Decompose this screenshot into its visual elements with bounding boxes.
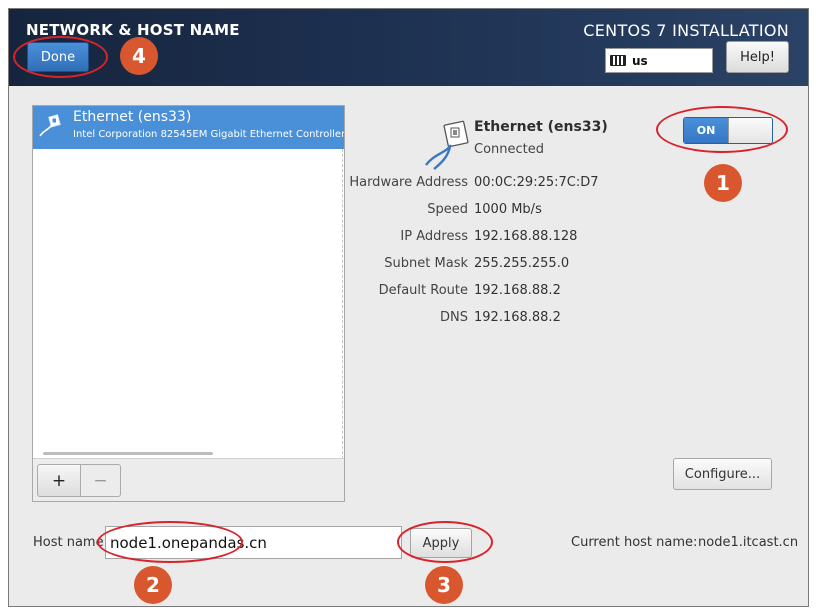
list-item-ethernet[interactable]: Ethernet (ens33) Intel Corporation 82545…	[33, 106, 344, 149]
detail-value-dns: 192.168.88.2	[474, 310, 561, 325]
detail-value-subnet-mask: 255.255.255.0	[474, 256, 570, 271]
remove-device-button[interactable]: −	[80, 464, 121, 497]
help-button[interactable]: Help!	[726, 41, 789, 73]
annotation-circle-hostname	[97, 521, 243, 563]
keyboard-layout-indicator[interactable]: us	[605, 48, 713, 73]
list-item-description: Intel Corporation 82545EM Gigabit Ethern…	[73, 129, 344, 140]
detail-label-ip-address: IP Address	[400, 229, 468, 244]
annotation-badge-2: 2	[134, 566, 172, 604]
detail-label-hardware-address: Hardware Address	[349, 175, 468, 190]
detail-value-hardware-address: 00:0C:29:25:7C:D7	[474, 175, 599, 190]
add-device-button[interactable]: +	[37, 464, 81, 497]
detail-value-default-route: 192.168.88.2	[474, 283, 561, 298]
detail-label-speed: Speed	[427, 202, 468, 217]
list-item-title: Ethernet (ens33)	[73, 109, 192, 125]
device-name: Ethernet (ens33)	[474, 119, 608, 135]
annotation-badge-3: 3	[425, 566, 463, 604]
installer-window: NETWORK & HOST NAME CENTOS 7 INSTALLATIO…	[8, 8, 809, 607]
detail-value-speed: 1000 Mb/s	[474, 202, 542, 217]
list-toolbar: + −	[33, 458, 344, 501]
ethernet-device-icon	[425, 120, 469, 170]
current-host-name-value: node1.itcast.cn	[698, 535, 799, 550]
annotation-badge-1: 1	[704, 164, 742, 202]
configure-button[interactable]: Configure...	[673, 458, 772, 490]
detail-label-default-route: Default Route	[378, 283, 468, 298]
device-status: Connected	[474, 142, 545, 157]
detail-label-dns: DNS	[440, 310, 468, 325]
annotation-circle-switch	[656, 106, 788, 153]
current-host-name-label: Current host name:	[571, 535, 698, 550]
keyboard-layout-label: us	[632, 53, 648, 68]
horizontal-scrollbar[interactable]	[43, 452, 213, 455]
annotation-circle-done	[13, 36, 108, 78]
device-list-panel: Ethernet (ens33) Intel Corporation 82545…	[32, 105, 345, 502]
annotation-badge-4: 4	[120, 37, 158, 75]
detail-label-subnet-mask: Subnet Mask	[384, 256, 468, 271]
list-border	[342, 149, 343, 459]
product-title: CENTOS 7 INSTALLATION	[583, 21, 789, 40]
detail-value-ip-address: 192.168.88.128	[474, 229, 578, 244]
ethernet-icon	[39, 114, 61, 137]
keyboard-icon	[610, 55, 626, 66]
annotation-circle-apply	[397, 521, 493, 563]
